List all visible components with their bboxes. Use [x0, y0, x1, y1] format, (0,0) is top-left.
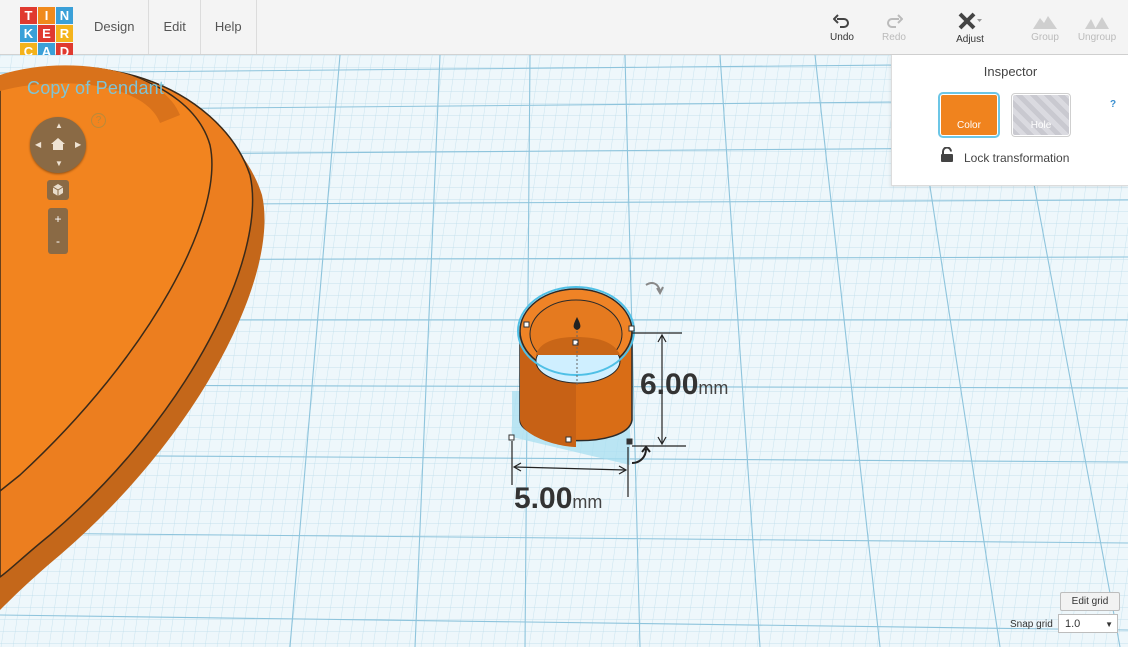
- adjust-button[interactable]: Adjust: [943, 12, 997, 45]
- snap-grid-select[interactable]: 1.0 ▼: [1058, 614, 1118, 633]
- inspector-panel: Inspector Color Hole ? Lock transformati…: [891, 55, 1128, 186]
- width-dimension-label[interactable]: 5.00mm: [514, 482, 602, 516]
- tube-shape[interactable]: [517, 286, 635, 447]
- zoom-out-button[interactable]: -: [48, 230, 68, 252]
- ungroup-button[interactable]: Ungroup: [1070, 14, 1124, 43]
- pan-right-icon[interactable]: ▶: [75, 140, 81, 149]
- logo-letter: T: [20, 7, 37, 24]
- color-label: Color: [957, 120, 981, 131]
- view-help-icon[interactable]: ?: [91, 113, 106, 128]
- edit-grid-button[interactable]: Edit grid: [1060, 592, 1120, 611]
- height-value[interactable]: 6.00: [640, 368, 698, 401]
- logo-letter: K: [20, 25, 37, 42]
- view-navigation-pad[interactable]: ▲ ▼ ◀ ▶: [30, 117, 86, 173]
- lock-icon: [941, 147, 953, 162]
- redo-icon: [887, 14, 903, 28]
- pan-left-icon[interactable]: ◀: [35, 140, 41, 149]
- cube-icon: [52, 184, 64, 196]
- main-menu: Design Edit Help: [80, 0, 257, 54]
- pan-up-icon[interactable]: ▲: [55, 121, 63, 130]
- group-icon: [1033, 16, 1057, 29]
- snap-grid-label: Snap grid: [1010, 619, 1053, 630]
- menu-help[interactable]: Help: [201, 0, 257, 54]
- pan-down-icon[interactable]: ▼: [55, 159, 63, 168]
- height-dimension-label[interactable]: 6.00mm: [640, 368, 728, 402]
- redo-button[interactable]: Redo: [867, 14, 921, 43]
- logo-letter: R: [56, 25, 73, 42]
- snap-grid-value: 1.0: [1065, 618, 1081, 630]
- height-unit: mm: [698, 378, 729, 398]
- undo-icon: [833, 14, 849, 28]
- lock-label: Lock transformation: [964, 151, 1070, 165]
- undo-button[interactable]: Undo: [815, 14, 869, 43]
- hole-button[interactable]: Hole: [1011, 93, 1071, 137]
- width-value[interactable]: 5.00: [514, 482, 572, 515]
- color-swatch-button[interactable]: Color: [938, 92, 1000, 138]
- ungroup-icon: [1085, 17, 1109, 29]
- group-button[interactable]: Group: [1018, 14, 1072, 43]
- home-view-icon[interactable]: [50, 137, 66, 151]
- undo-label: Undo: [830, 32, 854, 43]
- hole-label: Hole: [1030, 120, 1052, 131]
- adjust-icon: [958, 12, 982, 30]
- project-name[interactable]: Copy of Pendant: [27, 78, 164, 99]
- zoom-in-button[interactable]: +: [48, 208, 68, 230]
- ungroup-label: Ungroup: [1077, 32, 1117, 43]
- redo-label: Redo: [882, 32, 906, 43]
- tinkercad-logo[interactable]: T I N K E R C A D: [20, 7, 75, 62]
- logo-letter: E: [38, 25, 55, 42]
- adjust-label: Adjust: [956, 34, 984, 45]
- width-unit: mm: [572, 492, 603, 512]
- zoom-control: + -: [48, 208, 68, 254]
- group-label: Group: [1031, 32, 1059, 43]
- view-cube-button[interactable]: [47, 180, 69, 200]
- menu-design[interactable]: Design: [80, 0, 150, 54]
- logo-letter: N: [56, 7, 73, 24]
- menu-edit[interactable]: Edit: [149, 0, 201, 54]
- inspector-title: Inspector: [983, 64, 1038, 79]
- top-toolbar: T I N K E R C A D Design Edit Help Undo …: [0, 0, 1128, 60]
- chevron-down-icon: ▼: [1105, 620, 1113, 629]
- logo-letter: I: [38, 7, 55, 24]
- inspector-help-icon[interactable]: ?: [1110, 99, 1116, 110]
